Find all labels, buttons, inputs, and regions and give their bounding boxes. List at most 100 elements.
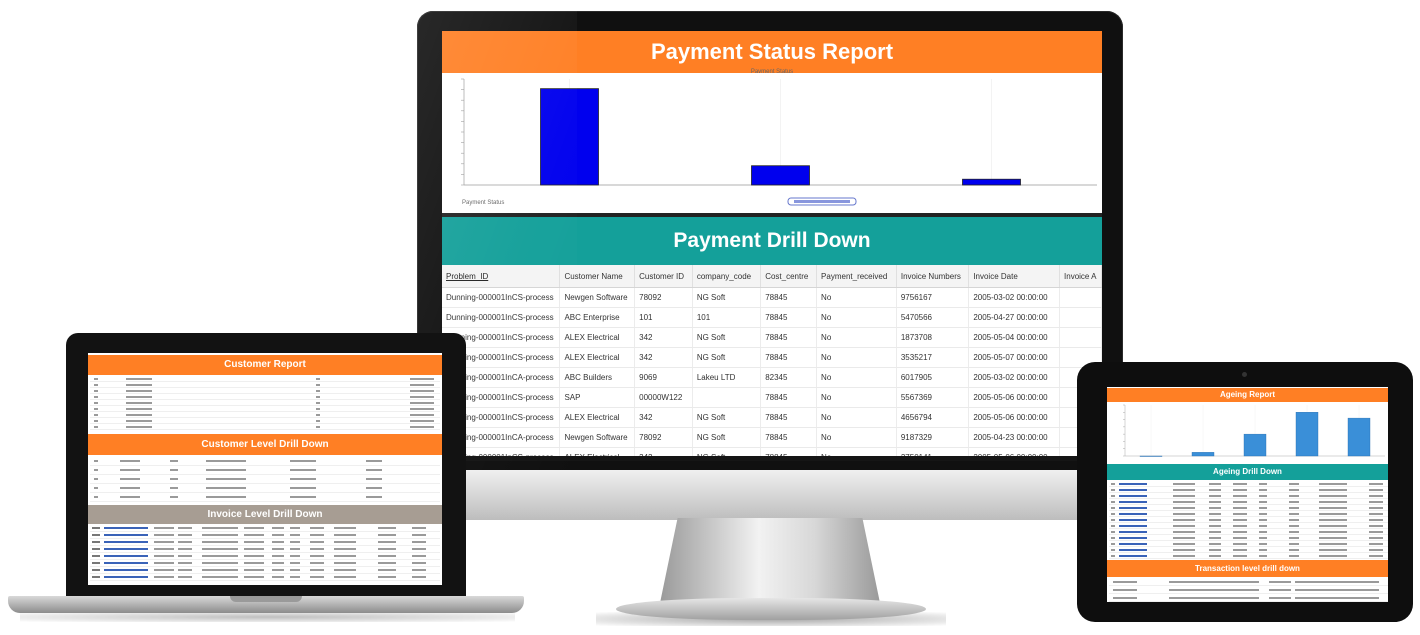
placeholder-text (1119, 488, 1147, 491)
chart-bar (1139, 455, 1163, 457)
ageing-chart (1123, 404, 1385, 457)
table-cell: 9187329 (896, 427, 970, 448)
table-cell: 342 (634, 347, 693, 368)
placeholder-text (126, 377, 152, 380)
placeholder-text (410, 425, 434, 428)
placeholder-text (202, 562, 238, 564)
placeholder-text (244, 527, 264, 529)
placeholder-text (1209, 536, 1221, 539)
placeholder-text (1319, 488, 1347, 491)
placeholder-text (334, 576, 356, 578)
placeholder-text (412, 548, 426, 550)
table-cell: 2005-05-06 00:00:00 (968, 387, 1061, 408)
placeholder-text (272, 555, 284, 557)
placeholder-text (290, 576, 300, 578)
placeholder-text (244, 534, 264, 536)
placeholder-text (1111, 512, 1115, 515)
placeholder-text (1209, 542, 1221, 545)
placeholder-text (202, 534, 238, 536)
placeholder-text (126, 395, 152, 398)
placeholder-text (1369, 542, 1383, 545)
placeholder-text (244, 576, 264, 578)
table-row (90, 574, 440, 581)
placeholder-text (1369, 482, 1383, 485)
placeholder-text (1259, 488, 1267, 491)
placeholder-text (154, 548, 174, 550)
placeholder-text (1319, 524, 1347, 527)
placeholder-text (1369, 506, 1383, 509)
table-row (90, 484, 440, 493)
placeholder-text (366, 487, 382, 489)
placeholder-text (1259, 512, 1267, 515)
table-cell: NG Soft (692, 407, 762, 428)
placeholder-text (1233, 500, 1247, 503)
placeholder-text (1319, 530, 1347, 533)
placeholder-text (1119, 536, 1147, 539)
placeholder-text (290, 548, 300, 550)
placeholder-text (1233, 518, 1247, 521)
placeholder-text (1369, 518, 1383, 521)
placeholder-text (1369, 524, 1383, 527)
placeholder-text (378, 555, 396, 557)
table-cell: 1873708 (896, 327, 970, 348)
placeholder-text (366, 478, 382, 480)
placeholder-text (104, 569, 148, 571)
placeholder-text (1111, 494, 1115, 497)
table-cell (1059, 327, 1102, 348)
placeholder-text (94, 395, 98, 398)
table-cell: 78845 (760, 427, 818, 448)
invoice-level-table (88, 525, 442, 585)
placeholder-text (1209, 506, 1221, 509)
column-header: Payment_received (816, 265, 897, 288)
placeholder-text (202, 548, 238, 550)
table-cell: 2005-03-02 00:00:00 (968, 287, 1061, 308)
placeholder-text (1119, 500, 1147, 503)
table-row (90, 525, 440, 532)
placeholder-text (366, 460, 382, 462)
placeholder-text (290, 569, 300, 571)
placeholder-text (412, 534, 426, 536)
placeholder-text (1233, 506, 1247, 509)
placeholder-text (202, 527, 238, 529)
placeholder-text (1289, 524, 1299, 527)
placeholder-text (1259, 536, 1267, 539)
placeholder-text (126, 407, 152, 410)
placeholder-text (1209, 482, 1221, 485)
placeholder-text (1319, 542, 1347, 545)
placeholder-text (410, 401, 434, 404)
placeholder-text (178, 548, 192, 550)
table-cell: 2005-04-27 00:00:00 (968, 307, 1061, 328)
placeholder-text (202, 541, 238, 543)
placeholder-text (120, 496, 140, 498)
ageing-report-title: Ageing Report (1107, 388, 1388, 402)
placeholder-text (1295, 588, 1379, 591)
monitor-chin (417, 470, 1123, 520)
placeholder-text (1289, 512, 1299, 515)
placeholder-text (1113, 580, 1137, 583)
placeholder-text (1289, 482, 1299, 485)
placeholder-text (120, 478, 140, 480)
placeholder-text (1209, 500, 1221, 503)
placeholder-text (244, 548, 264, 550)
placeholder-text (1173, 530, 1195, 533)
chart-bar (1191, 452, 1215, 457)
placeholder-text (290, 496, 316, 498)
placeholder-text (378, 527, 396, 529)
column-header: Invoice Date (968, 265, 1061, 288)
table-cell: 78845 (760, 287, 818, 308)
table-cell: 342 (634, 327, 693, 348)
placeholder-text (410, 389, 434, 392)
placeholder-text (290, 487, 316, 489)
placeholder-text (178, 562, 192, 564)
table-row (90, 532, 440, 539)
placeholder-text (1233, 548, 1247, 551)
placeholder-text (1209, 554, 1221, 557)
placeholder-text (310, 569, 324, 571)
table-cell: 78845 (760, 407, 818, 428)
tablet-camera (1242, 372, 1247, 377)
placeholder-text (92, 569, 100, 571)
table-cell: 9069 (634, 367, 693, 388)
table-cell: 78845 (760, 307, 818, 328)
placeholder-text (290, 478, 316, 480)
placeholder-text (1209, 494, 1221, 497)
